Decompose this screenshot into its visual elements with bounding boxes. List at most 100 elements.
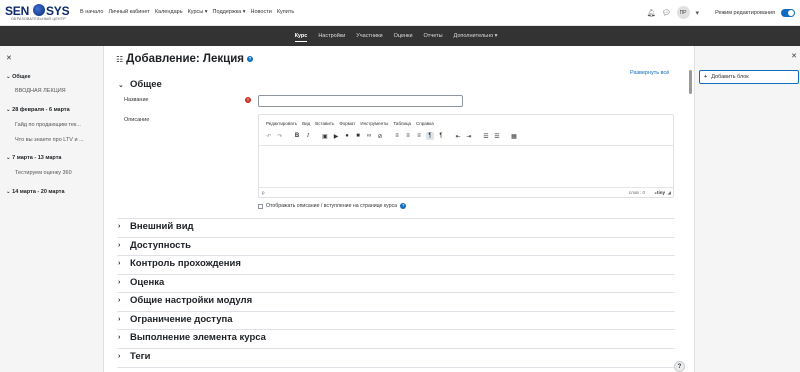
- chevron-right-icon: ›: [118, 242, 121, 249]
- chat-icon[interactable]: 💬︎: [662, 9, 671, 17]
- indent-icon[interactable]: ⇥: [465, 132, 473, 140]
- logo-text-left: SEN: [5, 4, 30, 18]
- expand-all-link[interactable]: Развернуть всё: [630, 70, 669, 76]
- name-input[interactable]: [258, 95, 463, 107]
- link-icon[interactable]: ∞: [365, 132, 373, 140]
- align-left-icon[interactable]: ≡: [393, 132, 401, 140]
- editor-menu-help[interactable]: Справка: [416, 121, 434, 126]
- course-secondary-nav: Курс Настройки Участники Оценки Отчеты Д…: [0, 26, 800, 46]
- tab-more[interactable]: Дополнительно ▾: [454, 31, 498, 42]
- divider: [117, 218, 675, 219]
- nav-home[interactable]: В начало: [80, 9, 103, 15]
- show-description-label: Отображать описание / вступление на стра…: [266, 203, 398, 209]
- section-header[interactable]: › Доступность: [118, 240, 191, 251]
- tab-course[interactable]: Курс: [294, 31, 308, 42]
- course-index-item[interactable]: Тестируем оценку 360: [15, 170, 72, 176]
- editor-menu-insert[interactable]: Вставить: [315, 121, 334, 126]
- scrollbar[interactable]: [689, 70, 692, 94]
- align-center-icon[interactable]: ≡: [404, 132, 412, 140]
- chevron-right-icon: ›: [118, 334, 121, 341]
- editor-menu-format[interactable]: Формат: [339, 121, 355, 126]
- close-icon[interactable]: ✕: [6, 54, 12, 62]
- editor-menu-tools[interactable]: Инструменты: [360, 121, 388, 126]
- video-icon[interactable]: ■: [354, 132, 362, 140]
- bell-icon[interactable]: 🔔︎: [647, 9, 656, 17]
- section-header[interactable]: › Общие настройки модуля: [118, 295, 252, 306]
- tab-reports[interactable]: Отчеты: [424, 31, 443, 42]
- redo-icon[interactable]: ↷: [276, 132, 284, 140]
- italic-icon[interactable]: I: [304, 132, 312, 140]
- add-block-button[interactable]: + Добавить блок: [699, 70, 799, 84]
- description-editor[interactable]: Редактировать Вид Вставить Формат Инстру…: [258, 114, 674, 198]
- tab-participants[interactable]: Участники: [356, 31, 382, 42]
- editor-menu-table[interactable]: Таблица: [393, 121, 411, 126]
- section-header[interactable]: › Внешний вид: [118, 221, 194, 232]
- course-index-item[interactable]: ВВОДНАЯ ЛЕКЦИЯ: [15, 88, 66, 94]
- editor-content-area[interactable]: [259, 145, 673, 187]
- editor-menu-edit[interactable]: Редактировать: [266, 121, 297, 126]
- globe-icon: [33, 4, 45, 16]
- page-title: ☷ Добавление: Лекция ?: [116, 53, 254, 65]
- chevron-down-icon[interactable]: ▾: [696, 9, 700, 17]
- bullet-list-icon[interactable]: ☰: [482, 132, 490, 140]
- avatar[interactable]: ПР: [676, 6, 690, 19]
- image-icon[interactable]: ▣: [321, 132, 329, 140]
- microphone-icon[interactable]: ●: [343, 132, 351, 140]
- help-footer-button[interactable]: ?: [674, 361, 685, 372]
- resize-handle-icon[interactable]: ◢: [668, 190, 671, 196]
- editor-wordcount: слов : 0: [628, 190, 645, 195]
- tab-settings[interactable]: Настройки: [318, 31, 345, 42]
- outdent-icon[interactable]: ⇤: [454, 132, 462, 140]
- editor-statusbar: p слов : 0 ◒tiny ◢: [259, 187, 673, 197]
- description-label: Описание: [124, 117, 150, 123]
- numbered-list-icon[interactable]: ☰: [493, 132, 501, 140]
- section-header[interactable]: › Оценка: [118, 277, 164, 288]
- tiny-logo: ◒tiny: [654, 190, 665, 195]
- edit-mode-label: Режим редактирования: [715, 9, 775, 16]
- section-header[interactable]: › Ограничение доступа: [118, 314, 233, 325]
- top-navbar: SEN SYS ОБРАЗОВАТЕЛЬНЫЙ ЦЕНТР В начало Л…: [0, 0, 800, 26]
- align-right-icon[interactable]: ≡: [415, 132, 423, 140]
- editor-menubar: Редактировать Вид Вставить Формат Инстру…: [266, 121, 434, 126]
- rtl-icon[interactable]: ¶: [437, 132, 445, 140]
- section-general-header[interactable]: ⌄ Общее: [118, 79, 162, 90]
- bold-icon[interactable]: B: [293, 132, 301, 140]
- nav-buy[interactable]: Купить: [277, 9, 294, 15]
- nav-courses[interactable]: Курсы ▾: [188, 9, 208, 15]
- course-index-section[interactable]: ⌄ 14 марта - 20 марта: [6, 189, 65, 195]
- nav-support[interactable]: Поддержка ▾: [213, 9, 246, 15]
- help-icon[interactable]: ?: [247, 56, 254, 62]
- divider: [117, 329, 675, 330]
- section-header[interactable]: › Теги: [118, 351, 150, 362]
- calculator-icon[interactable]: ▦: [510, 132, 518, 140]
- nav-dashboard[interactable]: Личный кабинет: [108, 9, 149, 15]
- help-icon[interactable]: ?: [400, 203, 407, 209]
- section-header[interactable]: › Контроль прохождения: [118, 258, 241, 269]
- ltr-icon[interactable]: ¶: [426, 132, 434, 140]
- chevron-right-icon: ›: [118, 260, 121, 267]
- tab-grades[interactable]: Оценки: [394, 31, 413, 42]
- course-index-item[interactable]: Гайд по продающим тек...: [15, 122, 81, 128]
- unlink-icon[interactable]: ⊘: [376, 132, 384, 140]
- divider: [117, 237, 675, 238]
- divider: [117, 311, 675, 312]
- undo-icon[interactable]: ↶: [265, 132, 273, 140]
- block-drawer: ✕ + Добавить блок: [694, 46, 800, 372]
- divider: [117, 274, 675, 275]
- nav-calendar[interactable]: Календарь: [155, 9, 183, 15]
- chevron-right-icon: ›: [118, 297, 121, 304]
- chevron-right-icon: ›: [118, 223, 121, 230]
- course-index-item[interactable]: Что вы знаете про LTV и ...: [15, 137, 84, 143]
- show-description-checkbox[interactable]: [258, 203, 263, 209]
- editor-menu-view[interactable]: Вид: [302, 121, 310, 126]
- close-icon[interactable]: ✕: [791, 52, 797, 60]
- course-index-section[interactable]: ⌄ 7 марта - 13 марта: [6, 155, 61, 161]
- activity-icon: ☷: [116, 54, 124, 64]
- media-icon[interactable]: ▶: [332, 132, 340, 140]
- course-index-section[interactable]: ⌄ 28 февраля - 6 марта: [6, 107, 70, 113]
- site-logo[interactable]: SEN SYS ОБРАЗОВАТЕЛЬНЫЙ ЦЕНТР: [5, 3, 73, 23]
- nav-news[interactable]: Новости: [251, 9, 272, 15]
- edit-mode-toggle[interactable]: [781, 8, 795, 17]
- course-index-section[interactable]: ⌄ Общее: [6, 74, 31, 80]
- section-header[interactable]: › Выполнение элемента курса: [118, 332, 266, 343]
